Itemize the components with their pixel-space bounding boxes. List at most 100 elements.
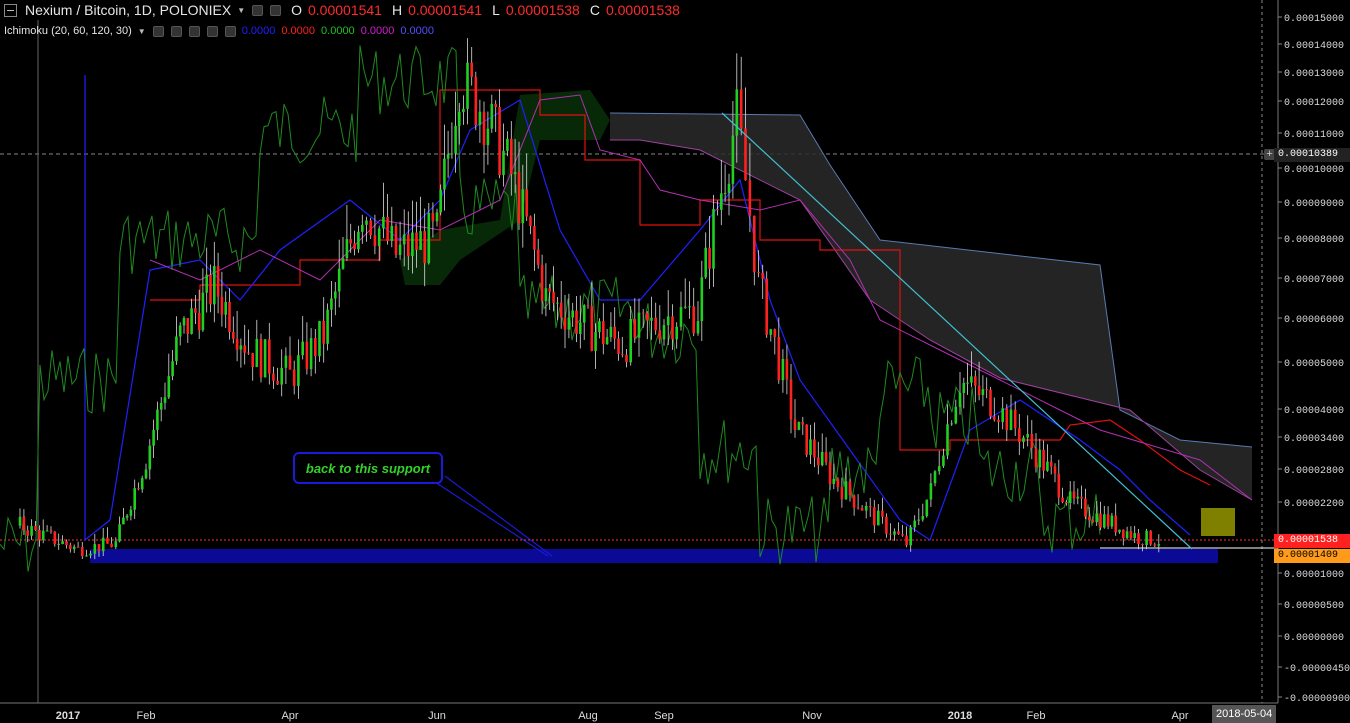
candle (167, 376, 171, 398)
candle (1065, 502, 1068, 503)
candle (761, 272, 764, 279)
candle (692, 306, 695, 334)
candle (201, 292, 205, 331)
y-tick-label: 0.00002200 (1284, 499, 1344, 510)
add-icon[interactable] (206, 25, 218, 37)
candle (171, 361, 174, 377)
y-tick-label: 0.00001000 (1284, 570, 1344, 581)
candle (989, 389, 992, 417)
candle (431, 212, 435, 222)
candle (921, 516, 925, 520)
candle (251, 353, 254, 367)
y-tick-label: 0.00000000 (1284, 633, 1344, 644)
collapse-icon[interactable] (4, 3, 17, 17)
candle (247, 352, 250, 354)
candle (386, 217, 389, 241)
candle (613, 326, 616, 339)
candle (864, 506, 868, 511)
candle (621, 353, 624, 355)
candle (633, 319, 637, 338)
candle (175, 336, 178, 362)
candle (506, 138, 509, 151)
y-tick-label: 0.00011000 (1284, 130, 1344, 141)
candle (609, 326, 613, 338)
candle (785, 359, 789, 380)
candle (1038, 449, 1042, 468)
candle (548, 288, 551, 292)
x-tick-label: Sep (654, 710, 674, 722)
candle (61, 541, 64, 544)
candle (977, 385, 981, 395)
candle (382, 217, 385, 229)
y-tick-label: 0.00009000 (1284, 199, 1344, 210)
candle (937, 466, 941, 472)
candle (925, 499, 929, 517)
candle (125, 515, 129, 518)
candle (723, 192, 727, 194)
candle (106, 537, 109, 544)
source-icon[interactable] (188, 25, 200, 37)
candle (220, 296, 224, 315)
candle (1084, 498, 1087, 517)
candle (929, 483, 933, 500)
y-tick-label: -0.00000900 (1284, 694, 1350, 705)
candle (1026, 434, 1029, 438)
candle (828, 462, 832, 484)
y-tick-label: 0.00013000 (1284, 69, 1344, 80)
candle (318, 321, 321, 357)
candle (498, 107, 501, 176)
indicator-value-span-b: 0.0000 (400, 25, 434, 37)
candle (446, 154, 450, 159)
candle (466, 62, 469, 109)
candle (398, 244, 402, 255)
candle (962, 382, 966, 393)
candle (848, 481, 852, 496)
candle (625, 354, 628, 363)
candle (666, 316, 670, 326)
candle (197, 312, 201, 331)
candle (797, 422, 801, 430)
open-value: 0.00001541 (308, 2, 382, 18)
symbol-title[interactable]: Nexium / Bitcoin, 1D, POLONIEX (25, 2, 231, 18)
candle (85, 555, 88, 557)
eye-icon[interactable] (252, 4, 264, 16)
candle (1053, 466, 1057, 474)
candle (950, 423, 953, 425)
candle (575, 310, 578, 334)
candle (981, 389, 985, 395)
candle (427, 212, 431, 264)
candle (49, 530, 53, 532)
candle (474, 76, 478, 125)
candle (765, 278, 768, 335)
annotation-connector (444, 475, 553, 557)
candle (1080, 496, 1083, 499)
high-value: 0.00001541 (408, 2, 483, 18)
eye-icon[interactable] (152, 25, 164, 37)
candle (305, 341, 309, 370)
candle (913, 520, 916, 528)
candle (1091, 520, 1095, 523)
candle (330, 298, 333, 310)
candle (1057, 473, 1061, 498)
indicator-title[interactable]: Ichimoku (20, 60, 120, 30) (4, 25, 132, 37)
candle (1046, 461, 1049, 471)
candle (605, 337, 609, 344)
settings-icon[interactable] (170, 25, 182, 37)
candle (598, 321, 601, 333)
support-annotation[interactable]: back to this support (293, 452, 443, 484)
candle (314, 338, 317, 357)
close-icon[interactable] (224, 25, 236, 37)
candle (1110, 515, 1114, 527)
candle (156, 409, 159, 430)
candle (450, 153, 454, 155)
candle (133, 488, 136, 510)
candle (832, 478, 836, 484)
candle (739, 89, 743, 129)
chevron-down-icon[interactable]: ▼ (237, 6, 245, 15)
y-tick-label: 0.00007000 (1284, 275, 1344, 286)
chevron-down-icon[interactable]: ▼ (138, 27, 146, 36)
candle (525, 189, 528, 217)
price-chart[interactable]: 0.00015000 0.00014000 0.00013000 0.00012000… (0, 0, 1350, 723)
settings-icon[interactable] (270, 4, 282, 16)
candle (53, 531, 57, 545)
